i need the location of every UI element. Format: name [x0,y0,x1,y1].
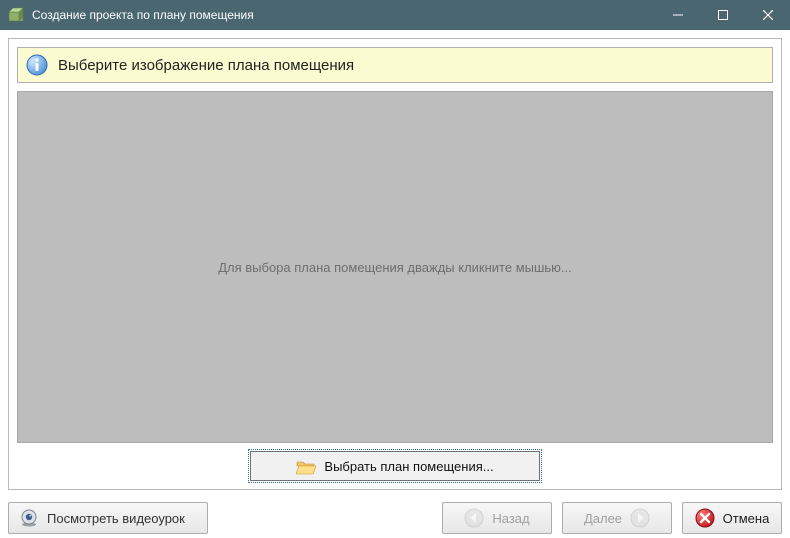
select-plan-row: Выбрать план помещения... [17,451,773,481]
plan-preview-area[interactable]: Для выбора плана помещения дважды кликни… [17,91,773,443]
next-button[interactable]: Далее [562,502,672,534]
window-title: Создание проекта по плану помещения [32,0,655,30]
back-button-label: Назад [492,511,529,526]
titlebar: Создание проекта по плану помещения [0,0,790,30]
info-banner: Выберите изображение плана помещения [17,47,773,83]
cancel-icon [695,508,715,528]
info-icon [26,54,48,76]
wizard-button-bar: Посмотреть видеоурок Назад Далее [0,498,790,538]
select-plan-button-label: Выбрать план помещения... [324,459,493,474]
cancel-button[interactable]: Отмена [682,502,782,534]
watch-video-button[interactable]: Посмотреть видеоурок [8,502,208,534]
maximize-button[interactable] [700,0,745,30]
arrow-left-icon [464,508,484,528]
next-button-label: Далее [584,511,622,526]
folder-open-icon [296,459,314,473]
close-button[interactable] [745,0,790,30]
window-controls [655,0,790,30]
info-banner-text: Выберите изображение плана помещения [58,57,354,74]
preview-placeholder-text: Для выбора плана помещения дважды кликни… [218,260,572,275]
app-icon [8,7,24,23]
select-plan-button[interactable]: Выбрать план помещения... [250,451,540,481]
minimize-button[interactable] [655,0,700,30]
content-area: Выберите изображение плана помещения Для… [0,30,790,498]
watch-video-button-label: Посмотреть видеоурок [47,511,185,526]
arrow-right-icon [630,508,650,528]
webcam-icon [19,508,39,528]
cancel-button-label: Отмена [723,511,770,526]
back-button[interactable]: Назад [442,502,552,534]
wizard-panel: Выберите изображение плана помещения Для… [8,38,782,490]
